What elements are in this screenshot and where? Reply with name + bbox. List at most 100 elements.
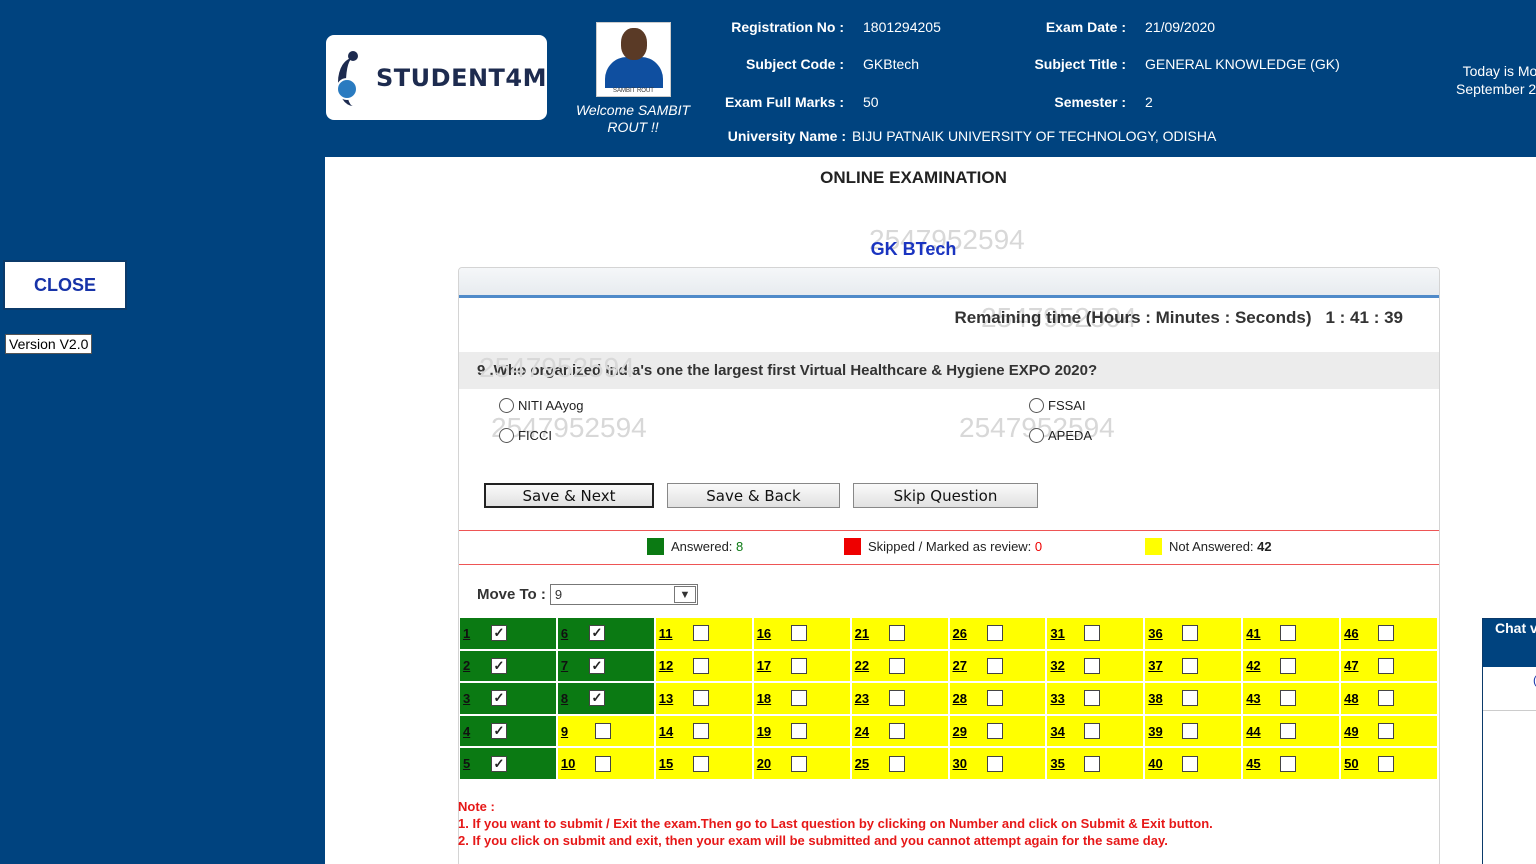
question-number-link[interactable]: 36 bbox=[1148, 626, 1182, 641]
question-nav-item[interactable]: 25 bbox=[851, 748, 950, 781]
checked-checkbox-icon[interactable]: ✓ bbox=[588, 690, 605, 707]
question-number-link[interactable]: 3 bbox=[463, 691, 491, 706]
checkbox-icon[interactable] bbox=[692, 690, 709, 707]
checkbox-icon[interactable] bbox=[1378, 723, 1395, 740]
checked-checkbox-icon[interactable]: ✓ bbox=[491, 723, 507, 740]
question-nav-item[interactable]: 10 bbox=[557, 748, 656, 781]
save-next-button[interactable]: Save & Next bbox=[484, 483, 654, 508]
question-nav-item[interactable]: 42 bbox=[1243, 650, 1342, 684]
question-number-link[interactable]: 12 bbox=[659, 658, 693, 673]
question-number-link[interactable]: 18 bbox=[757, 691, 791, 706]
radio-icon[interactable] bbox=[499, 428, 514, 443]
question-number-link[interactable]: 14 bbox=[659, 724, 693, 739]
question-number-link[interactable]: 43 bbox=[1246, 691, 1280, 706]
checkbox-icon[interactable] bbox=[1084, 690, 1101, 707]
checked-checkbox-icon[interactable]: ✓ bbox=[588, 625, 605, 642]
question-nav-item[interactable]: 47 bbox=[1341, 650, 1439, 684]
checkbox-icon[interactable] bbox=[888, 723, 905, 740]
checkbox-icon[interactable] bbox=[1280, 755, 1297, 772]
checked-checkbox-icon[interactable]: ✓ bbox=[588, 657, 605, 674]
checkbox-icon[interactable] bbox=[692, 657, 709, 674]
question-number-link[interactable]: 30 bbox=[953, 756, 987, 771]
question-nav-item[interactable]: 29 bbox=[949, 715, 1048, 749]
question-number-link[interactable]: 7 bbox=[561, 658, 589, 673]
checked-checkbox-icon[interactable]: ✓ bbox=[491, 625, 507, 642]
checkbox-icon[interactable] bbox=[986, 657, 1003, 674]
question-number-link[interactable]: 13 bbox=[659, 691, 693, 706]
checkbox-icon[interactable] bbox=[790, 723, 807, 740]
checkbox-icon[interactable] bbox=[986, 690, 1003, 707]
checkbox-icon[interactable] bbox=[888, 755, 905, 772]
checkbox-icon[interactable] bbox=[790, 690, 807, 707]
checked-checkbox-icon[interactable]: ✓ bbox=[491, 690, 507, 707]
question-nav-item[interactable]: 22 bbox=[851, 650, 950, 684]
radio-icon[interactable] bbox=[1029, 428, 1044, 443]
question-nav-item[interactable]: 48 bbox=[1341, 683, 1439, 716]
checkbox-icon[interactable] bbox=[1084, 657, 1101, 674]
move-to-select[interactable]: 9 ▼ bbox=[549, 584, 698, 605]
checkbox-icon[interactable] bbox=[1378, 755, 1395, 772]
question-nav-item[interactable]: 46 bbox=[1341, 618, 1439, 651]
question-nav-item[interactable]: 32 bbox=[1047, 650, 1146, 684]
question-nav-item[interactable]: 50 bbox=[1341, 748, 1439, 781]
checkbox-icon[interactable] bbox=[1280, 657, 1297, 674]
question-number-link[interactable]: 46 bbox=[1344, 626, 1378, 641]
question-number-link[interactable]: 47 bbox=[1344, 658, 1378, 673]
question-number-link[interactable]: 41 bbox=[1246, 626, 1280, 641]
checkbox-icon[interactable] bbox=[1378, 690, 1395, 707]
checkbox-icon[interactable] bbox=[986, 755, 1003, 772]
question-number-link[interactable]: 16 bbox=[757, 626, 791, 641]
question-nav-item[interactable]: 7 ✓ bbox=[557, 650, 656, 684]
question-number-link[interactable]: 21 bbox=[855, 626, 889, 641]
question-nav-item[interactable]: 19 bbox=[753, 715, 852, 749]
checkbox-icon[interactable] bbox=[1084, 755, 1101, 772]
question-number-link[interactable]: 34 bbox=[1050, 724, 1084, 739]
question-nav-item[interactable]: 14 bbox=[655, 715, 754, 749]
question-number-link[interactable]: 39 bbox=[1148, 724, 1182, 739]
question-number-link[interactable]: 29 bbox=[953, 724, 987, 739]
question-nav-item[interactable]: 3 ✓ bbox=[460, 683, 558, 716]
question-nav-item[interactable]: 20 bbox=[753, 748, 852, 781]
save-back-button[interactable]: Save & Back bbox=[667, 483, 840, 508]
question-nav-item[interactable]: 38 bbox=[1145, 683, 1244, 716]
checkbox-icon[interactable] bbox=[1182, 723, 1199, 740]
checkbox-icon[interactable] bbox=[692, 755, 709, 772]
question-number-link[interactable]: 40 bbox=[1148, 756, 1182, 771]
checkbox-icon[interactable] bbox=[1084, 625, 1101, 642]
question-number-link[interactable]: 32 bbox=[1050, 658, 1084, 673]
checkbox-icon[interactable] bbox=[790, 755, 807, 772]
question-nav-item[interactable]: 40 bbox=[1145, 748, 1244, 781]
radio-icon[interactable] bbox=[1029, 398, 1044, 413]
radio-icon[interactable] bbox=[499, 398, 514, 413]
checkbox-icon[interactable] bbox=[594, 755, 611, 772]
checkbox-icon[interactable] bbox=[888, 657, 905, 674]
question-nav-item[interactable]: 24 bbox=[851, 715, 950, 749]
question-number-link[interactable]: 22 bbox=[855, 658, 889, 673]
checkbox-icon[interactable] bbox=[986, 625, 1003, 642]
question-nav-item[interactable]: 21 bbox=[851, 618, 950, 651]
question-nav-item[interactable]: 44 bbox=[1243, 715, 1342, 749]
question-nav-item[interactable]: 27 bbox=[949, 650, 1048, 684]
question-nav-item[interactable]: 49 bbox=[1341, 715, 1439, 749]
question-number-link[interactable]: 44 bbox=[1246, 724, 1280, 739]
checkbox-icon[interactable] bbox=[1378, 657, 1395, 674]
question-number-link[interactable]: 42 bbox=[1246, 658, 1280, 673]
question-nav-item[interactable]: 18 bbox=[753, 683, 852, 716]
question-number-link[interactable]: 20 bbox=[757, 756, 791, 771]
question-number-link[interactable]: 17 bbox=[757, 658, 791, 673]
option-d[interactable]: APEDA bbox=[1029, 428, 1092, 443]
question-number-link[interactable]: 15 bbox=[659, 756, 693, 771]
checkbox-icon[interactable] bbox=[1182, 690, 1199, 707]
question-number-link[interactable]: 33 bbox=[1050, 691, 1084, 706]
question-number-link[interactable]: 19 bbox=[757, 724, 791, 739]
question-number-link[interactable]: 27 bbox=[953, 658, 987, 673]
question-nav-item[interactable]: 31 bbox=[1047, 618, 1146, 651]
checkbox-icon[interactable] bbox=[1182, 625, 1199, 642]
question-nav-item[interactable]: 45 bbox=[1243, 748, 1342, 781]
question-number-link[interactable]: 6 bbox=[561, 626, 589, 641]
checkbox-icon[interactable] bbox=[790, 657, 807, 674]
question-nav-item[interactable]: 4 ✓ bbox=[460, 715, 558, 749]
question-nav-item[interactable]: 34 bbox=[1047, 715, 1146, 749]
question-nav-item[interactable]: 15 bbox=[655, 748, 754, 781]
checked-checkbox-icon[interactable]: ✓ bbox=[491, 755, 507, 772]
